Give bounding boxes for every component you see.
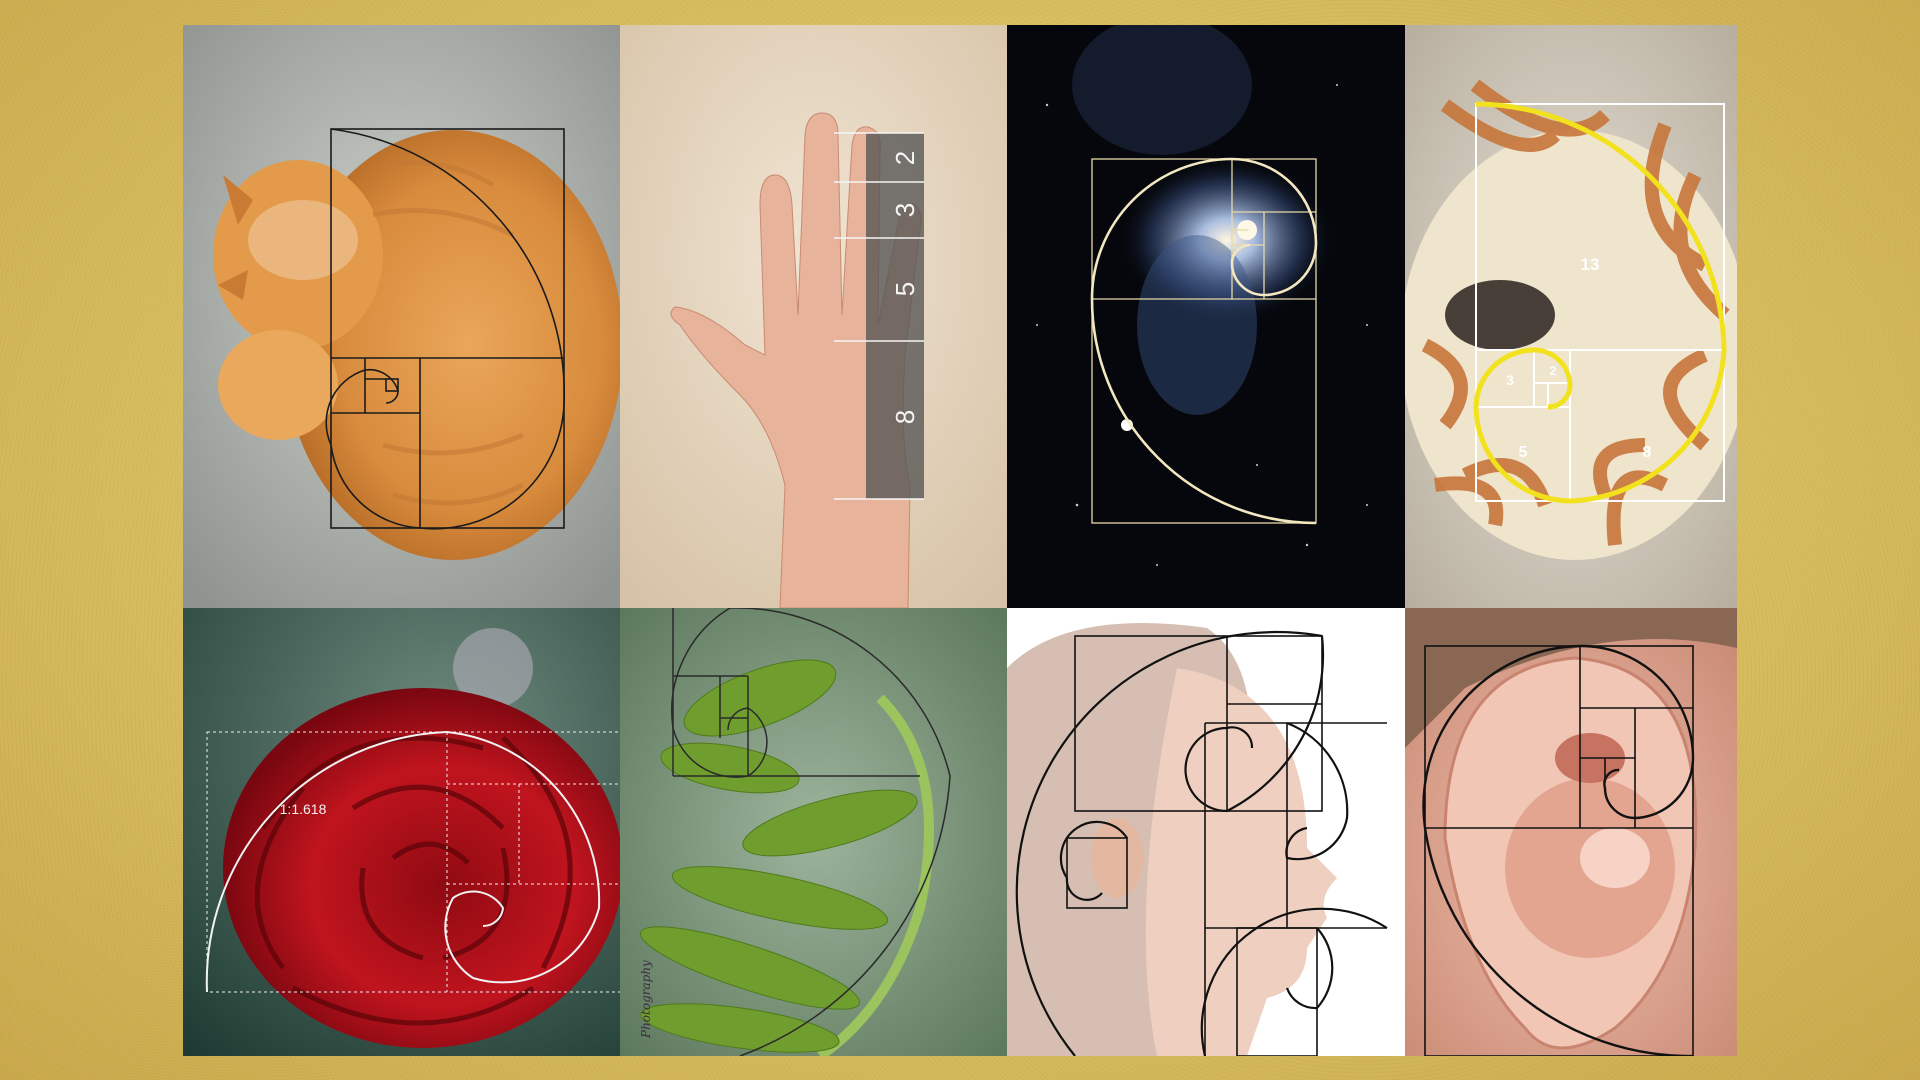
hand-image: 2 3 5 8 [620, 25, 1007, 608]
hand-label-5: 5 [890, 282, 920, 296]
nautilus-label-8: 8 [1643, 444, 1652, 461]
galaxy-image [1007, 25, 1405, 608]
fern-panel: Photography [620, 608, 1007, 1056]
galaxy-panel [1007, 25, 1405, 608]
ear-panel [1405, 608, 1737, 1056]
nautilus-label-13: 13 [1581, 255, 1600, 274]
cat-panel [183, 25, 620, 608]
fern-watermark: Photography [639, 960, 653, 1039]
hand-label-2: 2 [890, 151, 920, 165]
nautilus-label-2: 2 [1550, 364, 1557, 378]
fibonacci-collage: 2 3 5 8 13 2 3 5 8 1:1.618 Photography [183, 25, 1737, 1056]
fern-image: Photography [620, 608, 1007, 1056]
ear-image [1405, 608, 1737, 1056]
face-image [1007, 608, 1405, 1056]
nautilus-panel: 13 2 3 5 8 [1405, 25, 1737, 608]
rose-ratio-label: 1:1.618 [280, 801, 327, 817]
nautilus-label-3: 3 [1506, 372, 1514, 388]
cat-image [183, 25, 620, 608]
hand-panel: 2 3 5 8 [620, 25, 1007, 608]
rose-panel: 1:1.618 [183, 608, 620, 1056]
ratio-bar [866, 133, 924, 499]
hand-label-8: 8 [890, 410, 920, 424]
nautilus-image: 13 2 3 5 8 [1405, 25, 1737, 608]
rose-image: 1:1.618 [183, 608, 620, 1056]
hand-label-3: 3 [890, 203, 920, 217]
face-panel [1007, 608, 1405, 1056]
nautilus-label-5: 5 [1519, 444, 1528, 461]
